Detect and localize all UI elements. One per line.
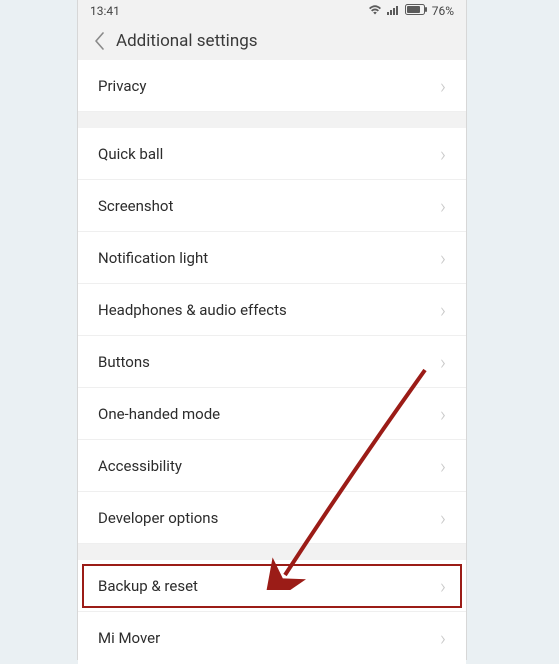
phone-frame: 13:41 76% Additional settings Privacy › bbox=[78, 0, 466, 659]
chevron-right-icon: › bbox=[440, 506, 446, 530]
item-label: Accessibility bbox=[98, 457, 182, 475]
item-label: Quick ball bbox=[98, 145, 163, 163]
quick-ball-item[interactable]: Quick ball › bbox=[78, 128, 466, 180]
chevron-right-icon: › bbox=[440, 402, 446, 426]
chevron-right-icon: › bbox=[440, 142, 446, 166]
status-bar: 13:41 76% bbox=[78, 0, 466, 22]
page-title: Additional settings bbox=[116, 31, 258, 51]
notification-light-item[interactable]: Notification light › bbox=[78, 232, 466, 284]
developer-options-item[interactable]: Developer options › bbox=[78, 492, 466, 544]
item-label: Privacy bbox=[98, 77, 146, 95]
chevron-right-icon: › bbox=[440, 246, 446, 270]
mi-mover-item[interactable]: Mi Mover › bbox=[78, 612, 466, 664]
status-time: 13:41 bbox=[90, 4, 120, 18]
item-label: Screenshot bbox=[98, 197, 173, 215]
chevron-right-icon: › bbox=[440, 626, 446, 650]
item-label: Notification light bbox=[98, 249, 208, 267]
accessibility-item[interactable]: Accessibility › bbox=[78, 440, 466, 492]
wifi-icon bbox=[368, 4, 382, 18]
one-handed-item[interactable]: One-handed mode › bbox=[78, 388, 466, 440]
item-label: Headphones & audio effects bbox=[98, 301, 287, 319]
section-gap bbox=[78, 112, 466, 128]
chevron-right-icon: › bbox=[440, 350, 446, 374]
item-label: Developer options bbox=[98, 509, 218, 527]
privacy-item[interactable]: Privacy › bbox=[78, 60, 466, 112]
section-gap bbox=[78, 544, 466, 560]
backup-reset-item[interactable]: Backup & reset › bbox=[78, 560, 466, 612]
item-label: Mi Mover bbox=[98, 629, 160, 647]
signal-icon bbox=[387, 4, 400, 18]
header: Additional settings bbox=[78, 22, 466, 60]
back-button[interactable] bbox=[86, 28, 112, 54]
battery-icon bbox=[405, 4, 427, 18]
chevron-right-icon: › bbox=[440, 74, 446, 98]
chevron-right-icon: › bbox=[440, 298, 446, 322]
item-label: Buttons bbox=[98, 353, 150, 371]
settings-list: Privacy › Quick ball › Screenshot › Noti… bbox=[78, 60, 466, 664]
screenshot-item[interactable]: Screenshot › bbox=[78, 180, 466, 232]
battery-percent: 76% bbox=[432, 4, 454, 18]
chevron-right-icon: › bbox=[440, 454, 446, 478]
headphones-audio-item[interactable]: Headphones & audio effects › bbox=[78, 284, 466, 336]
item-label: One-handed mode bbox=[98, 405, 220, 423]
chevron-right-icon: › bbox=[440, 574, 446, 598]
buttons-item[interactable]: Buttons › bbox=[78, 336, 466, 388]
chevron-right-icon: › bbox=[440, 194, 446, 218]
item-label: Backup & reset bbox=[98, 577, 198, 595]
